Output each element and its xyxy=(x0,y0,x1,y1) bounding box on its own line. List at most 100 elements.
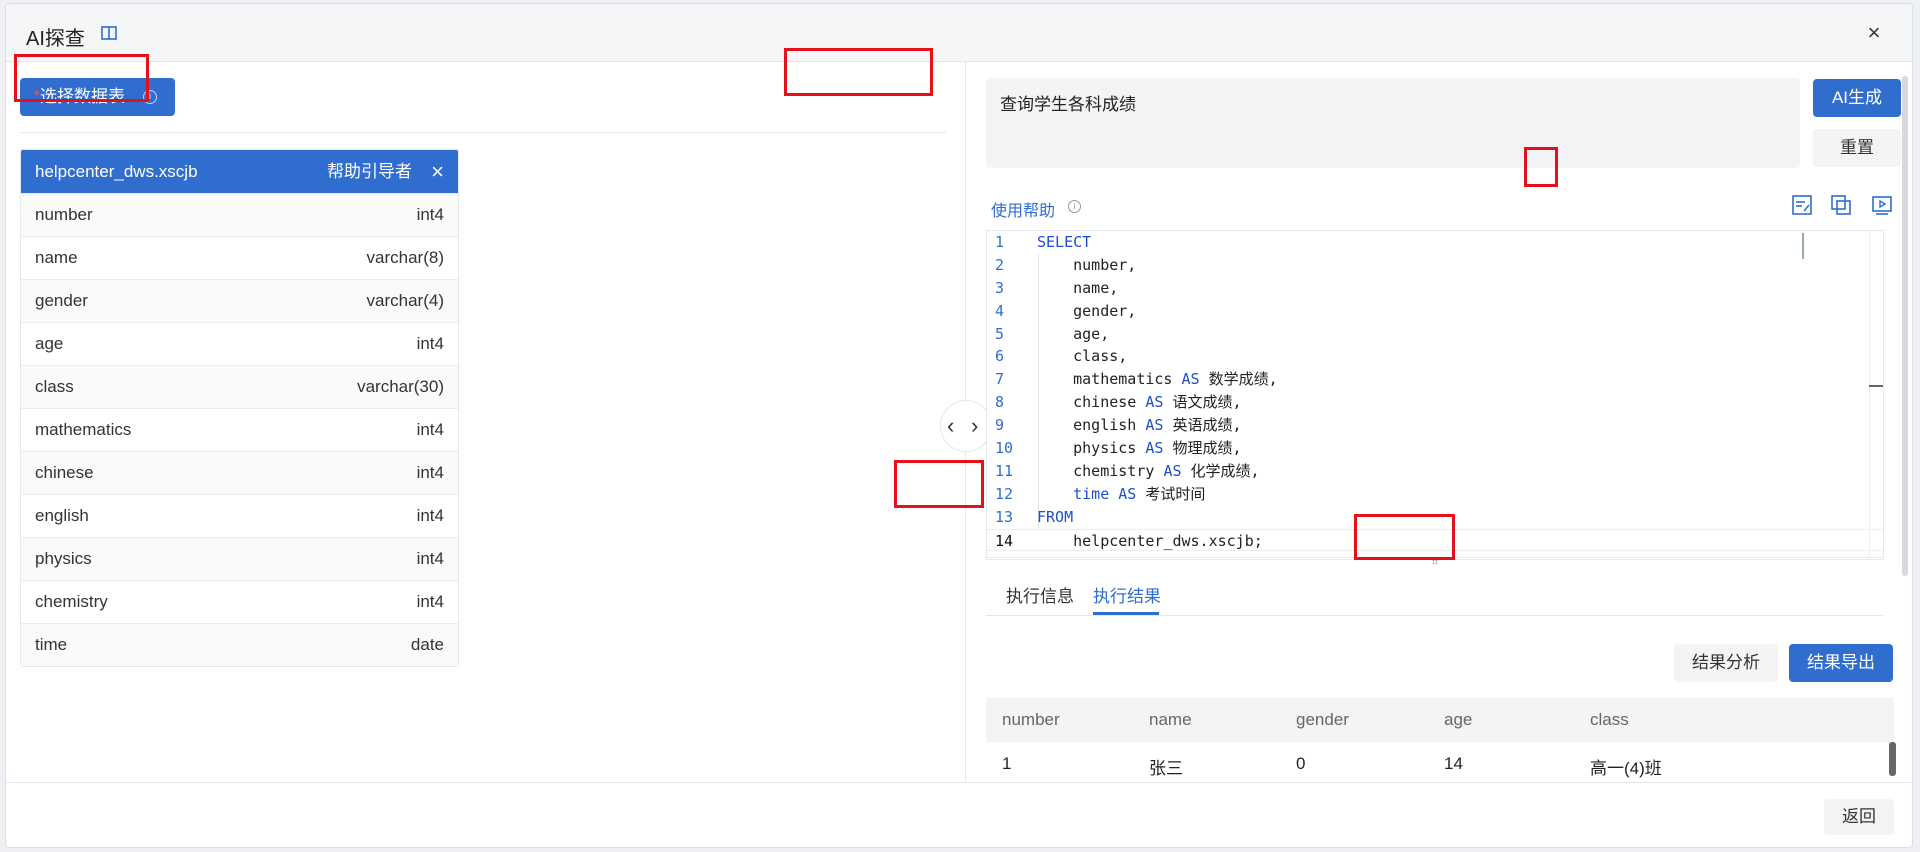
table-row: 1 张三 0 14 高一(4)班 xyxy=(986,742,1894,782)
line-number: 14 xyxy=(995,531,1014,550)
dialog-header: AI探查 × xyxy=(6,4,1912,62)
column-type: int4 xyxy=(416,506,444,525)
minimap xyxy=(1802,233,1822,259)
select-table-button[interactable]: * 选择数据表 i xyxy=(20,78,175,116)
info-icon[interactable]: i xyxy=(1068,200,1081,213)
code-text: mathematics AS 数学成绩, xyxy=(1037,370,1278,389)
code-text: FROM xyxy=(1037,507,1074,526)
column-header[interactable]: class xyxy=(1590,710,1629,730)
table-row: class varchar(30) xyxy=(21,365,458,408)
close-icon[interactable]: × xyxy=(431,150,444,193)
chevron-left-icon[interactable]: ‹ xyxy=(947,413,954,439)
info-icon[interactable]: i xyxy=(143,90,157,104)
result-scrollbar[interactable] xyxy=(1889,742,1896,776)
line-number: 13 xyxy=(995,507,1014,526)
column-name: physics xyxy=(35,549,92,568)
table-row: name varchar(8) xyxy=(21,236,458,279)
code-line: 1 SELECT xyxy=(987,231,1883,254)
line-number: 7 xyxy=(995,370,1005,389)
table-cell: 张三 xyxy=(1149,759,1183,778)
tab-exec-result[interactable]: 执行结果 xyxy=(1093,582,1161,607)
ai-explore-dialog: AI探查 × * 选择数据表 i helpcenter_dws.xscjb 帮助… xyxy=(5,3,1913,848)
result-table-header: number name gender age class xyxy=(986,698,1894,742)
column-name: chinese xyxy=(35,463,94,482)
column-type: int4 xyxy=(416,592,444,611)
editor-scrollbar[interactable] xyxy=(1869,231,1883,557)
code-line: 3 name, xyxy=(987,277,1883,300)
code-line: 11 chemistry AS 化学成绩, xyxy=(987,460,1883,483)
column-type: varchar(30) xyxy=(357,377,444,396)
code-line: 8 chinese AS 语文成绩, xyxy=(987,391,1883,414)
column-header[interactable]: name xyxy=(1149,710,1192,730)
column-name: gender xyxy=(35,291,88,310)
line-number: 6 xyxy=(995,347,1005,366)
table-schema-header: helpcenter_dws.xscjb 帮助引导者 × xyxy=(21,150,458,193)
table-row: english int4 xyxy=(21,494,458,537)
line-number: 8 xyxy=(995,393,1005,412)
column-header[interactable]: gender xyxy=(1296,710,1349,730)
line-number: 10 xyxy=(995,439,1014,458)
code-text: time AS 考试时间 xyxy=(1073,484,1206,503)
code-text: class, xyxy=(1037,347,1128,366)
code-text: chinese AS 语文成绩, xyxy=(1037,393,1242,412)
table-row: gender varchar(4) xyxy=(21,279,458,322)
code-line: 4 gender, xyxy=(987,300,1883,323)
select-table-label: 选择数据表 xyxy=(40,87,125,106)
column-header[interactable]: number xyxy=(1002,710,1060,730)
line-number: 5 xyxy=(995,324,1005,343)
copy-icon[interactable] xyxy=(1830,194,1852,216)
column-name: time xyxy=(35,635,68,654)
table-row: mathematics int4 xyxy=(21,408,458,451)
table-cell: 1 xyxy=(1002,754,1012,773)
code-line: 9 english AS 英语成绩, xyxy=(987,414,1883,437)
resize-handle[interactable]: ⠿ xyxy=(986,558,1884,568)
column-type: int4 xyxy=(416,420,444,439)
run-icon[interactable] xyxy=(1871,194,1893,216)
line-number: 9 xyxy=(995,416,1005,435)
divider xyxy=(20,132,946,133)
column-type: int4 xyxy=(416,549,444,568)
query-input[interactable]: 查询学生各科成绩 xyxy=(986,78,1800,168)
help-link[interactable]: 使用帮助 xyxy=(991,197,1055,221)
chevron-right-icon[interactable]: › xyxy=(971,413,978,439)
code-text: helpcenter_dws.xscjb; xyxy=(1037,531,1263,550)
close-icon[interactable]: × xyxy=(1864,22,1884,44)
query-text: 查询学生各科成绩 xyxy=(1000,95,1136,114)
code-text: physics AS 物理成绩, xyxy=(1037,439,1242,458)
tab-indicator xyxy=(1093,612,1159,615)
table-name: helpcenter_dws.xscjb xyxy=(35,162,198,181)
table-row: number int4 xyxy=(21,193,458,236)
sql-editor[interactable]: 1 SELECT 2 number, 3 name, 4 gender, 5 age, 6 … xyxy=(986,230,1884,558)
column-type: int4 xyxy=(416,463,444,482)
table-cell: 0 xyxy=(1296,754,1306,773)
table-schema: helpcenter_dws.xscjb 帮助引导者 × number int4 n… xyxy=(20,149,459,667)
table-row: chemistry int4 xyxy=(21,580,458,623)
column-header[interactable]: age xyxy=(1444,710,1472,730)
line-number: 11 xyxy=(995,461,1014,480)
column-name: number xyxy=(35,205,93,224)
table-row: physics int4 xyxy=(21,537,458,580)
column-type: varchar(8) xyxy=(366,248,444,267)
line-number: 1 xyxy=(995,233,1005,251)
line-number: 12 xyxy=(995,484,1014,503)
column-type: int4 xyxy=(416,205,444,224)
export-result-button[interactable]: 结果导出 xyxy=(1789,644,1893,682)
line-number: 4 xyxy=(995,301,1005,320)
table-owner: 帮助引导者 xyxy=(327,162,412,181)
right-panel-scrollbar[interactable] xyxy=(1902,76,1908,576)
book-icon[interactable] xyxy=(100,24,118,42)
required-mark: * xyxy=(34,87,40,103)
ai-generate-button[interactable]: AI生成 xyxy=(1813,79,1901,117)
reset-button[interactable]: 重置 xyxy=(1813,129,1901,167)
tab-exec-info[interactable]: 执行信息 xyxy=(1006,582,1074,607)
result-tabs: 执行信息 执行结果 xyxy=(986,572,1884,616)
back-button[interactable]: 返回 xyxy=(1824,799,1894,835)
format-icon[interactable] xyxy=(1791,194,1813,216)
code-text: chemistry AS 化学成绩, xyxy=(1037,461,1260,480)
highlight-result-tab xyxy=(894,460,984,508)
analyze-result-button[interactable]: 结果分析 xyxy=(1674,644,1778,682)
column-name: chemistry xyxy=(35,592,108,611)
dialog-title: AI探查 xyxy=(26,28,85,50)
panel-toggle[interactable]: ‹ › xyxy=(940,400,992,452)
code-line: 14 helpcenter_dws.xscjb; xyxy=(987,528,1883,552)
